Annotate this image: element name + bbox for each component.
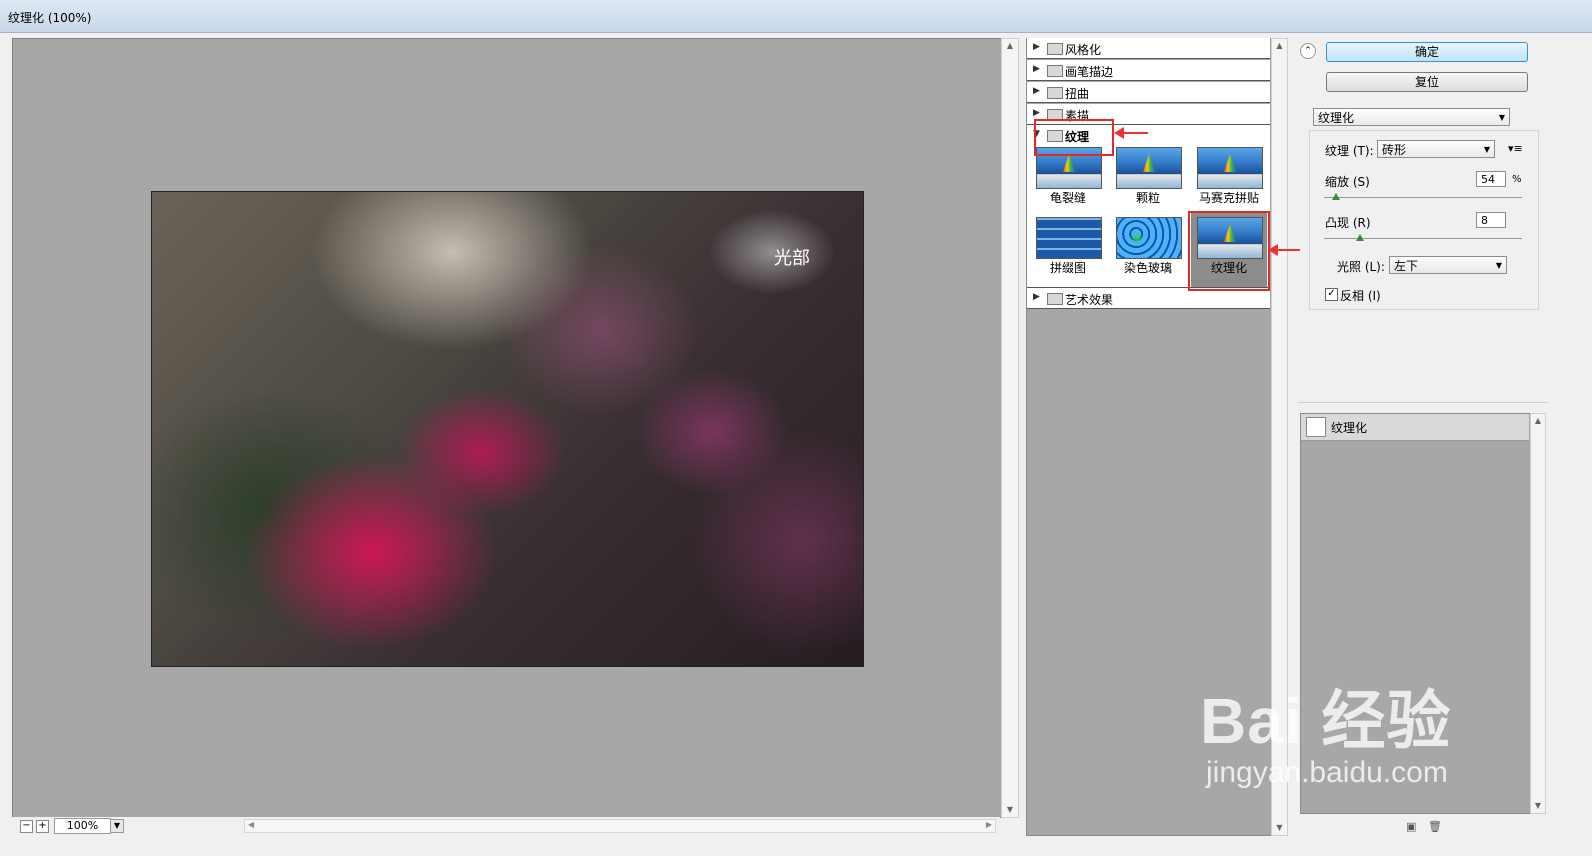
- scroll-down-icon[interactable]: ▼: [1002, 803, 1018, 817]
- filter-thumb-patchwork[interactable]: [1036, 217, 1102, 259]
- category-stylize[interactable]: ▶ 风格化: [1027, 38, 1270, 59]
- layers-scrollbar[interactable]: ▲ ▼: [1530, 413, 1546, 814]
- filter-label: 染色玻璃: [1123, 261, 1172, 275]
- dropdown-arrow-icon: ▼: [1483, 145, 1490, 154]
- folder-icon: [1047, 293, 1063, 305]
- texture-select-value: 砖形: [1382, 143, 1407, 157]
- texture-select[interactable]: 砖形 ▼: [1377, 140, 1495, 158]
- zoom-level-field[interactable]: 100%: [54, 818, 111, 834]
- invert-checkbox[interactable]: ✓: [1325, 288, 1338, 301]
- dropdown-arrow-icon: ▼: [1495, 261, 1502, 270]
- layer-visibility-icon[interactable]: [1306, 417, 1326, 437]
- filter-thumb-mosaic-tiles[interactable]: [1197, 147, 1263, 189]
- filter-label: 马赛克拼贴: [1198, 191, 1259, 205]
- texture-menu-icon[interactable]: ▾≡: [1508, 142, 1523, 155]
- annotation-box-texture-category: [1034, 119, 1114, 156]
- scaling-slider-track[interactable]: [1324, 197, 1522, 198]
- sailboat-icon: [1143, 154, 1155, 172]
- light-label: 光照 (L):: [1337, 260, 1385, 274]
- folder-icon: [1047, 65, 1063, 77]
- filter-select[interactable]: 纹理化 ▼: [1313, 108, 1510, 126]
- filter-thumb-grain[interactable]: [1116, 147, 1182, 189]
- category-label: 扭曲: [1065, 87, 1090, 101]
- preview-image: 光部: [151, 191, 864, 667]
- dropdown-arrow-icon: ▼: [1498, 113, 1505, 122]
- gallery-scroll-down-icon[interactable]: ▼: [1272, 821, 1287, 835]
- scaling-input[interactable]: 54: [1476, 171, 1506, 187]
- ok-button[interactable]: 确定: [1326, 42, 1528, 62]
- relief-slider-handle[interactable]: [1355, 234, 1364, 241]
- annotation-arrow-left: [1268, 244, 1300, 256]
- layers-scroll-up-icon[interactable]: ▲: [1531, 414, 1545, 428]
- sailboat-icon: [1063, 154, 1075, 172]
- expand-icon: ▶: [1033, 42, 1040, 52]
- category-label: 艺术效果: [1065, 293, 1114, 307]
- relief-label: 凸现 (R): [1325, 216, 1371, 230]
- reset-button[interactable]: 复位: [1326, 72, 1528, 92]
- annotation-box-texturizer: [1188, 211, 1270, 291]
- panel-divider: [1298, 402, 1548, 403]
- scroll-right-icon[interactable]: ▶: [986, 820, 992, 829]
- expand-icon: ▶: [1033, 108, 1040, 118]
- photo-watermark: 光部: [774, 248, 810, 269]
- scaling-slider-handle[interactable]: [1331, 193, 1340, 200]
- zoom-dropdown-icon[interactable]: ▼: [110, 819, 124, 833]
- scaling-unit: %: [1512, 174, 1522, 185]
- window-title: 纹理化 (100%): [8, 11, 92, 25]
- category-label: 画笔描边: [1065, 65, 1114, 79]
- baidu-watermark: Bai 经验 jingyan.baidu.com: [1200, 670, 1451, 790]
- watermark-line1: Bai 经验: [1200, 685, 1452, 757]
- category-label: 风格化: [1065, 43, 1102, 57]
- delete-effect-layer-icon[interactable]: 🗑: [1428, 820, 1442, 833]
- annotation-arrow-left: [1114, 127, 1148, 139]
- relief-slider-track[interactable]: [1324, 238, 1522, 239]
- category-brush-strokes[interactable]: ▶ 画笔描边: [1027, 60, 1270, 81]
- filter-label: 龟裂缝: [1049, 191, 1086, 205]
- filter-label: 拼缀图: [1049, 261, 1086, 275]
- scroll-up-icon[interactable]: ▲: [1002, 39, 1018, 53]
- layers-scroll-down-icon[interactable]: ▼: [1531, 799, 1545, 813]
- light-select[interactable]: 左下 ▼: [1389, 256, 1507, 274]
- texture-label: 纹理 (T):: [1325, 144, 1374, 158]
- preview-horizontal-scrollbar[interactable]: ◀ ▶: [244, 819, 996, 833]
- category-distort[interactable]: ▶ 扭曲: [1027, 82, 1270, 103]
- scaling-label: 缩放 (S): [1325, 175, 1370, 189]
- watermark-line2: jingyan.baidu.com: [1206, 756, 1448, 789]
- preview-status-bar: − + 100% ▼ ◀ ▶: [12, 817, 1000, 835]
- light-select-value: 左下: [1394, 259, 1419, 273]
- sailboat-icon: [1224, 154, 1236, 172]
- effect-layer-label: 纹理化: [1331, 421, 1368, 435]
- expand-icon: ▶: [1033, 86, 1040, 96]
- effect-layer-row[interactable]: 纹理化: [1301, 414, 1529, 441]
- filter-thumb-stained-glass[interactable]: [1116, 217, 1182, 259]
- title-bar: 纹理化 (100%): [0, 0, 1592, 33]
- gallery-scroll-up-icon[interactable]: ▲: [1272, 39, 1287, 53]
- invert-label: 反相 (I): [1340, 289, 1381, 303]
- new-effect-layer-icon[interactable]: ▣: [1406, 820, 1416, 833]
- expand-icon: ▶: [1033, 64, 1040, 74]
- folder-icon: [1047, 87, 1063, 99]
- collapse-gallery-icon[interactable]: ⌃: [1300, 43, 1316, 59]
- expand-icon: ▶: [1033, 292, 1040, 302]
- scroll-left-icon[interactable]: ◀: [248, 820, 254, 829]
- preview-vertical-scrollbar[interactable]: ▲ ▼: [1001, 38, 1019, 818]
- folder-icon: [1047, 43, 1063, 55]
- zoom-out-button[interactable]: −: [20, 820, 33, 833]
- relief-input[interactable]: 8: [1476, 212, 1506, 228]
- zoom-in-button[interactable]: +: [36, 820, 49, 833]
- checkmark-icon: ✓: [1327, 288, 1336, 299]
- filter-select-value: 纹理化: [1318, 111, 1355, 125]
- filter-label: 颗粒: [1135, 191, 1160, 205]
